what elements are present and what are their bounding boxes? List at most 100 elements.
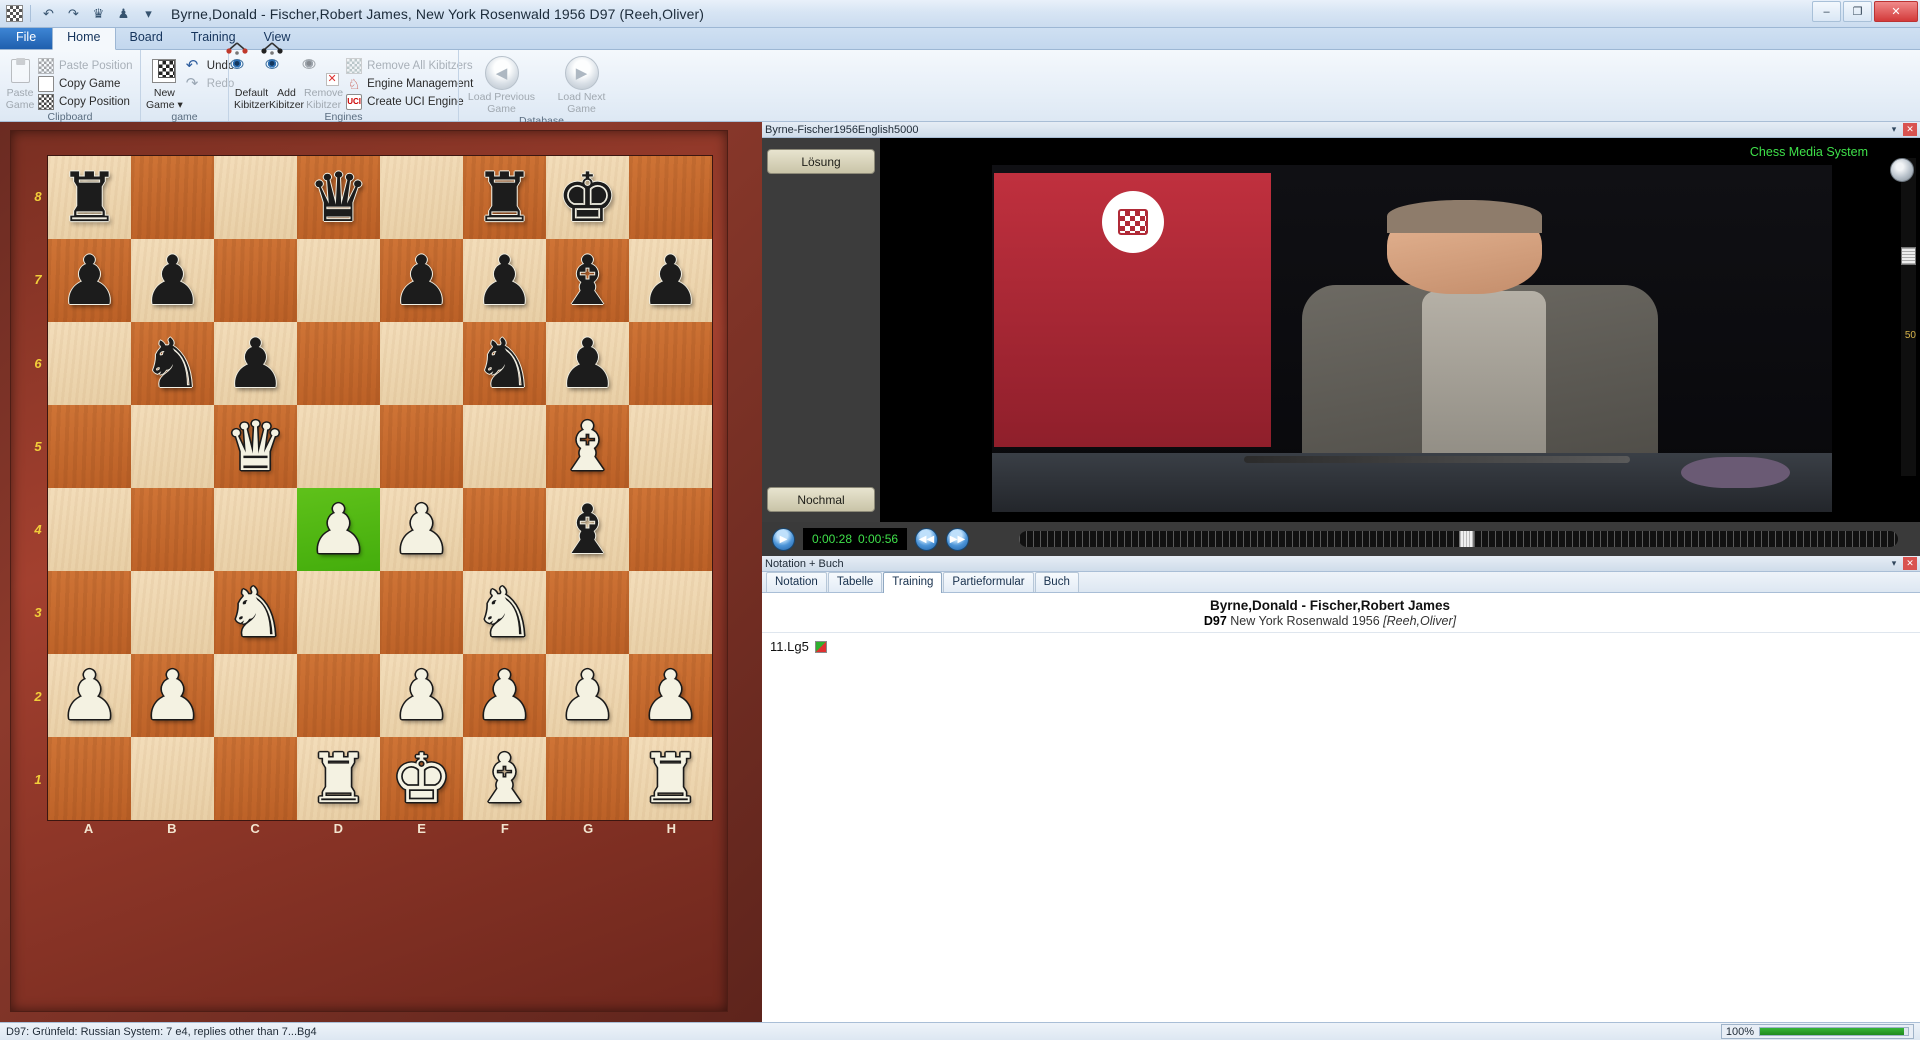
board-square-g4[interactable]: ♝ <box>546 488 629 571</box>
copy-position-button[interactable]: Copy Position <box>35 93 136 110</box>
seek-thumb[interactable] <box>1459 531 1474 547</box>
close-button[interactable]: ✕ <box>1874 1 1918 22</box>
chess-piece[interactable]: ♚ <box>557 164 618 232</box>
chess-piece[interactable]: ♟ <box>391 662 452 730</box>
board-square-f1[interactable]: ♝ <box>463 737 546 820</box>
chess-piece[interactable]: ♛ <box>308 164 369 232</box>
copy-game-button[interactable]: Copy Game <box>35 75 136 92</box>
paste-position-button[interactable]: Paste Position <box>35 57 136 74</box>
tab-buch[interactable]: Buch <box>1035 572 1079 592</box>
board-square-a4[interactable] <box>48 488 131 571</box>
chevron-down-icon[interactable]: ▾ <box>1887 123 1901 136</box>
chess-piece[interactable]: ♝ <box>557 496 618 564</box>
load-next-game-button[interactable]: ▶ Load Next Game <box>546 54 618 115</box>
board-square-g2[interactable]: ♟ <box>546 654 629 737</box>
chess-piece[interactable]: ♟ <box>59 247 120 315</box>
chess-piece[interactable]: ♟ <box>640 662 701 730</box>
chess-piece[interactable]: ♟ <box>59 662 120 730</box>
zoom-progress-bar[interactable] <box>1759 1027 1909 1036</box>
chess-piece[interactable]: ♟ <box>308 496 369 564</box>
create-uci-engine-button[interactable]: UCI Create UCI Engine <box>343 93 476 110</box>
load-previous-game-button[interactable]: ◀ Load Previous Game <box>466 54 538 115</box>
board-square-f2[interactable]: ♟ <box>463 654 546 737</box>
chess-pawn-icon[interactable]: ♟ <box>113 3 134 24</box>
board-square-h2[interactable]: ♟ <box>629 654 712 737</box>
board-square-c7[interactable] <box>214 239 297 322</box>
board-square-f7[interactable]: ♟ <box>463 239 546 322</box>
redo-icon[interactable]: ↷ <box>63 3 84 24</box>
chess-piece[interactable]: ♟ <box>225 330 286 398</box>
chess-piece[interactable]: ♟ <box>474 662 535 730</box>
forward-button[interactable]: ▶▶ <box>946 528 969 551</box>
board-square-b4[interactable] <box>131 488 214 571</box>
maximize-button[interactable]: ❐ <box>1843 1 1872 22</box>
board-square-d8[interactable]: ♛ <box>297 156 380 239</box>
board-square-a6[interactable] <box>48 322 131 405</box>
move-entry[interactable]: 11.Lg5 <box>770 639 827 654</box>
board-square-c6[interactable]: ♟ <box>214 322 297 405</box>
board-square-h3[interactable] <box>629 571 712 654</box>
chess-piece[interactable]: ♚ <box>391 745 452 813</box>
board-square-f8[interactable]: ♜ <box>463 156 546 239</box>
again-button[interactable]: Nochmal <box>767 487 875 512</box>
tab-notation[interactable]: Notation <box>766 572 827 592</box>
chess-piece[interactable]: ♟ <box>142 662 203 730</box>
board-square-e8[interactable] <box>380 156 463 239</box>
moves-area[interactable]: 11.Lg5 <box>762 633 1920 1022</box>
board-square-b7[interactable]: ♟ <box>131 239 214 322</box>
board-square-f3[interactable]: ♞ <box>463 571 546 654</box>
board-square-a5[interactable] <box>48 405 131 488</box>
board-square-e7[interactable]: ♟ <box>380 239 463 322</box>
board-square-e2[interactable]: ♟ <box>380 654 463 737</box>
board-square-d7[interactable] <box>297 239 380 322</box>
board-square-d3[interactable] <box>297 571 380 654</box>
close-icon[interactable]: ✕ <box>1903 123 1917 136</box>
minimize-button[interactable]: – <box>1812 1 1841 22</box>
board-square-g6[interactable]: ♟ <box>546 322 629 405</box>
board-square-e3[interactable] <box>380 571 463 654</box>
chess-piece[interactable]: ♝ <box>474 745 535 813</box>
tab-tabelle[interactable]: Tabelle <box>828 572 882 592</box>
board-square-g5[interactable]: ♝ <box>546 405 629 488</box>
ribbon-tab-home[interactable]: Home <box>52 26 115 50</box>
chess-piece[interactable]: ♜ <box>640 745 701 813</box>
board-square-b5[interactable] <box>131 405 214 488</box>
paste-game-button[interactable]: Paste Game <box>5 54 35 111</box>
video-player[interactable]: Chess Media System <box>880 138 1920 522</box>
board-square-h7[interactable]: ♟ <box>629 239 712 322</box>
chess-piece-red-icon[interactable]: ♛ <box>88 3 109 24</box>
chess-piece[interactable]: ♟ <box>557 330 618 398</box>
engine-management-button[interactable]: ♘ Engine Management <box>343 75 476 92</box>
board-square-d5[interactable] <box>297 405 380 488</box>
board-square-a8[interactable]: ♜ <box>48 156 131 239</box>
board-square-c5[interactable]: ♛ <box>214 405 297 488</box>
chess-piece[interactable]: ♞ <box>225 579 286 647</box>
chess-piece[interactable]: ♜ <box>474 164 535 232</box>
chess-piece[interactable]: ♛ <box>225 413 286 481</box>
play-button[interactable]: ▶ <box>772 528 795 551</box>
board-square-b2[interactable]: ♟ <box>131 654 214 737</box>
board-square-a1[interactable] <box>48 737 131 820</box>
ribbon-tab-board[interactable]: Board <box>116 27 177 49</box>
board-square-c8[interactable] <box>214 156 297 239</box>
board-square-g7[interactable]: ♝ <box>546 239 629 322</box>
board-square-a2[interactable]: ♟ <box>48 654 131 737</box>
board-square-f5[interactable] <box>463 405 546 488</box>
chevron-down-icon[interactable]: ▾ <box>1887 557 1901 570</box>
default-kibitzer-button[interactable]: Default Kibitzer <box>234 54 269 111</box>
board-square-a3[interactable] <box>48 571 131 654</box>
board-square-b1[interactable] <box>131 737 214 820</box>
add-kibitzer-button[interactable]: Add Kibitzer <box>269 54 304 111</box>
seek-slider[interactable] <box>1019 531 1898 547</box>
chess-piece[interactable]: ♟ <box>474 247 535 315</box>
board-square-b3[interactable] <box>131 571 214 654</box>
board-square-h1[interactable]: ♜ <box>629 737 712 820</box>
board-square-e4[interactable]: ♟ <box>380 488 463 571</box>
board-square-e6[interactable] <box>380 322 463 405</box>
board-square-a7[interactable]: ♟ <box>48 239 131 322</box>
tab-training[interactable]: Training <box>883 572 942 593</box>
volume-thumb[interactable] <box>1901 247 1916 265</box>
board-square-h4[interactable] <box>629 488 712 571</box>
tab-partieformular[interactable]: Partieformular <box>943 572 1033 592</box>
board-square-g8[interactable]: ♚ <box>546 156 629 239</box>
